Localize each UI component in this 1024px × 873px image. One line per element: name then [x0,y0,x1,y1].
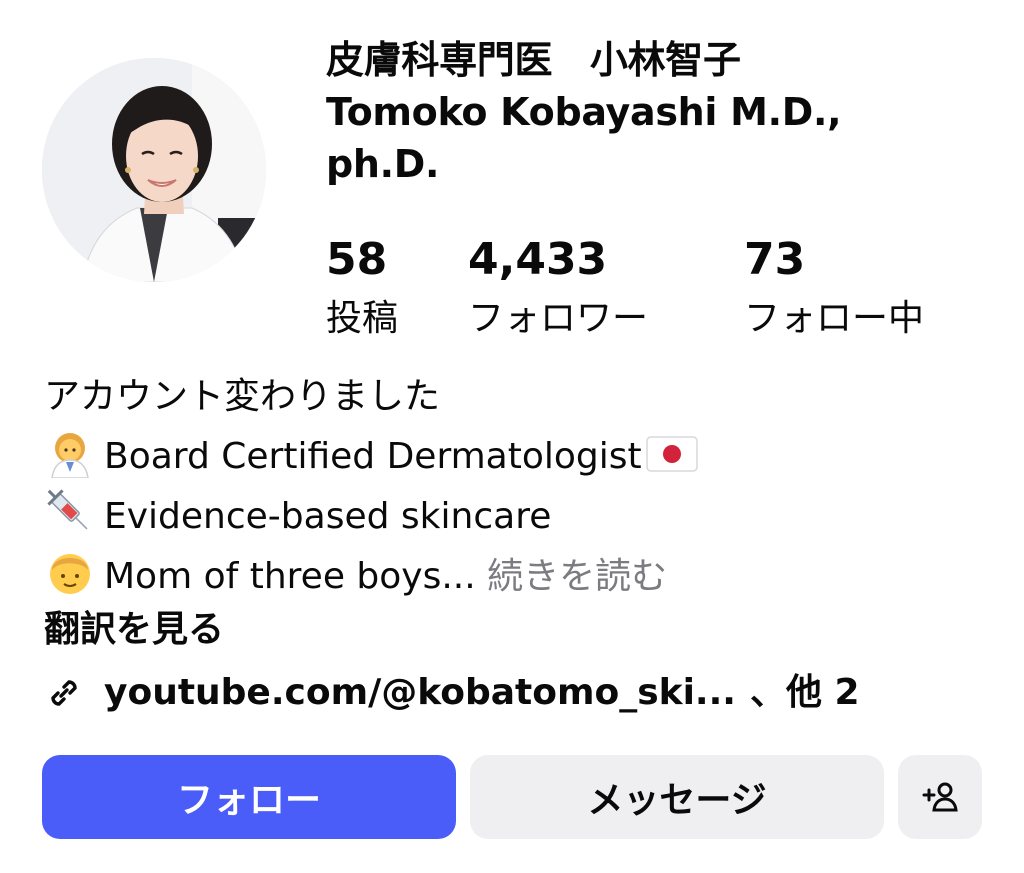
message-button[interactable]: メッセージ [470,755,884,839]
stat-posts-count: 58 [326,234,388,285]
bio-line-2: Board Certified Dermatologist [44,426,994,486]
health-worker-woman-icon [51,433,89,478]
profile-avatar[interactable] [42,58,266,282]
boy-icon [50,554,90,594]
stat-following[interactable]: 73 フォロー中 [744,232,924,348]
bio-line-2-text: Board Certified Dermatologist [104,436,642,477]
avatar-image [42,58,266,282]
read-more-link[interactable]: 続きを読む [487,556,667,597]
suggested-accounts-button[interactable] [898,755,982,839]
stat-followers-label: フォロワー [468,298,649,339]
stat-following-label: フォロー中 [744,298,925,339]
syringe-icon [47,489,88,530]
profile-name: 皮膚科専門医 小林智子 Tomoko Kobayashi M.D., ph.D. [326,34,986,190]
stat-posts[interactable]: 58 投稿 [326,232,398,348]
profile-name-line-3: ph.D. [326,142,440,186]
link-more-count[interactable]: 、他 2 [750,664,860,722]
stat-followers-count: 4,433 [468,234,608,285]
stat-posts-label: 投稿 [326,298,399,339]
stat-following-count: 73 [744,234,806,285]
bio-line-4-text: Mom of three boys... [104,556,476,597]
profile-name-line-2: Tomoko Kobayashi M.D., [326,90,842,134]
link-icon [51,680,77,706]
bio-line-3: Evidence-based skincare [44,486,994,546]
add-person-icon [922,782,958,812]
bio-line-4: Mom of three boys... 続きを読む [44,546,994,606]
bio-line-1: アカウント変わりました [44,376,441,417]
profile-links[interactable]: youtube.com/@kobatomo_ski... 、他 2 [44,664,860,722]
see-translation-link[interactable]: 翻訳を見る [44,602,224,658]
link-url[interactable]: youtube.com/@kobatomo_ski... [104,664,736,722]
profile-bio: アカウント変わりました Board Certified Dermatologis… [44,368,994,606]
profile-name-line-1: 皮膚科専門医 小林智子 [326,38,741,82]
follow-button[interactable]: フォロー [42,755,456,839]
bio-line-3-text: Evidence-based skincare [104,496,552,537]
stat-followers[interactable]: 4,433 フォロワー [468,232,648,348]
japan-flag-icon [645,436,698,472]
